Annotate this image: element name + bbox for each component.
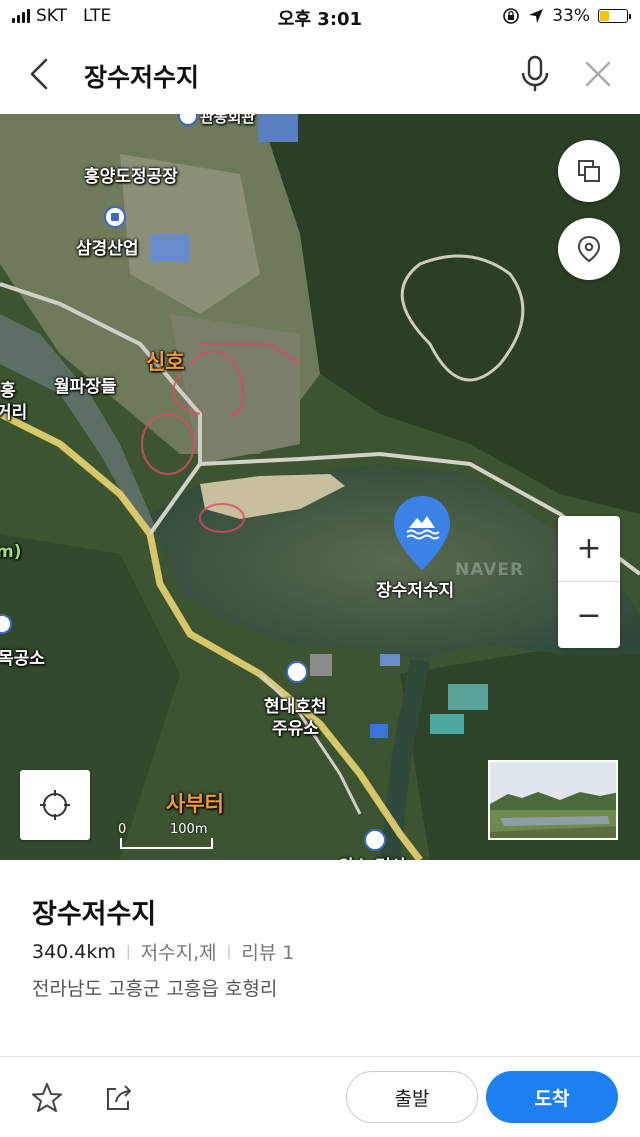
panorama-image	[490, 762, 616, 838]
battery-percent: 33%	[552, 6, 590, 26]
arrive-button[interactable]: 도착	[486, 1071, 618, 1123]
satellite-map[interactable]	[0, 114, 640, 860]
mic-icon[interactable]	[518, 54, 552, 94]
share-icon[interactable]	[102, 1081, 136, 1115]
map-label-bottom-partial: 의소 면사	[338, 852, 406, 860]
layers-button[interactable]	[558, 140, 620, 202]
map-label-left-edge-3: m)	[0, 542, 22, 562]
search-header: 장수저수지	[0, 34, 640, 114]
street-view-thumbnail[interactable]	[488, 760, 618, 840]
place-review-count[interactable]: 리뷰 1	[241, 938, 294, 965]
search-query[interactable]: 장수저수지	[84, 58, 199, 94]
map-label-terminal[interactable]: 사부터	[166, 788, 224, 818]
rotation-lock-icon	[503, 8, 520, 24]
map-label-plaza[interactable]: 월파장들	[54, 372, 117, 397]
map-label-partial-top: 관동회관	[200, 114, 256, 126]
current-location-button[interactable]	[20, 770, 90, 840]
close-icon[interactable]	[580, 56, 616, 92]
marker-outline-icon	[577, 235, 601, 263]
map-label-left-edge-4: 목공소	[0, 649, 45, 669]
back-icon[interactable]	[22, 56, 58, 92]
scale-end-label: 100m	[170, 822, 208, 837]
star-icon[interactable]	[30, 1081, 64, 1115]
place-name[interactable]: 장수저수지	[32, 892, 156, 931]
meta-divider: |	[125, 943, 131, 960]
factory-poi-icon[interactable]	[104, 206, 126, 228]
map-label-gas-station-2[interactable]: 주유소	[272, 714, 319, 739]
zoom-control: + −	[558, 516, 620, 648]
place-meta: 340.4km | 저수지,제 | 리뷰 1	[32, 938, 294, 965]
status-right: 33%	[502, 6, 631, 26]
battery-icon	[598, 9, 631, 23]
pin-label[interactable]: 장수저수지	[376, 576, 454, 601]
place-info-panel[interactable]: 장수저수지 340.4km | 저수지,제 | 리뷰 1 전라남도 고흥군 고흥…	[0, 860, 640, 1056]
place-category: 저수지,제	[140, 942, 217, 964]
layers-icon	[578, 160, 600, 182]
place-distance: 340.4km	[32, 940, 116, 963]
depart-button[interactable]: 출발	[346, 1071, 478, 1123]
crosshair-icon	[40, 790, 70, 820]
place-marker-button[interactable]	[558, 218, 620, 280]
map-view[interactable]: 관동회관 흥양도정공장 삼경산업 신호 월파장들 흥 거리 m) 목공소 현대호…	[0, 114, 640, 860]
map-label-left-edge-2: 거리	[0, 403, 28, 423]
meta-divider: |	[226, 943, 232, 960]
scale-start-label: 0	[118, 822, 127, 837]
zoom-out-button[interactable]: −	[558, 582, 620, 648]
zoom-in-button[interactable]: +	[558, 516, 620, 582]
map-label-village[interactable]: 신호	[146, 346, 185, 376]
place-address: 전라남도 고흥군 고흥읍 호형리	[32, 978, 278, 1000]
reservoir-pin-icon[interactable]	[391, 494, 453, 572]
scale-bar	[120, 838, 213, 849]
map-label-company[interactable]: 삼경산업	[76, 234, 139, 259]
status-bar: SKT LTE 오후 3:01 33%	[0, 0, 640, 34]
naver-watermark: NAVER	[455, 560, 525, 580]
bottom-action-bar: 출발 도착	[0, 1056, 640, 1137]
location-arrow-icon	[529, 9, 544, 23]
map-label-factory[interactable]: 흥양도정공장	[84, 162, 178, 187]
